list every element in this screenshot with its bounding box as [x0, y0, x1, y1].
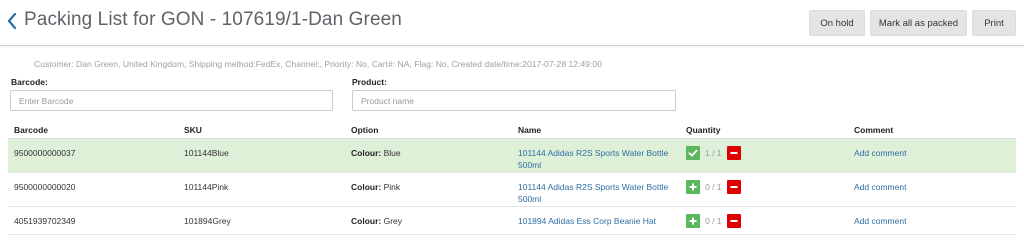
minus-icon	[730, 186, 738, 188]
option-value: Pink	[381, 182, 401, 192]
option-cell: Colour: Pink	[351, 182, 400, 192]
minus-icon	[730, 152, 738, 154]
quantity-text: 1 / 1	[705, 148, 722, 158]
decrement-button[interactable]	[726, 180, 741, 194]
quantity-control: 0 / 1	[686, 214, 741, 228]
check-icon	[686, 146, 700, 160]
increment-button[interactable]	[686, 214, 700, 228]
increment-button[interactable]	[686, 180, 700, 194]
sku-cell: 101894Grey	[184, 216, 231, 226]
option-label: Colour:	[351, 148, 382, 158]
product-label: Product:	[352, 77, 387, 87]
plus-icon	[689, 183, 697, 191]
sku-cell: 101144Pink	[184, 182, 229, 192]
quantity-control: 1 / 1	[686, 146, 741, 160]
table-row: 9500000000037 101144Blue Colour: Blue 10…	[8, 139, 1016, 173]
add-comment-link[interactable]: Add comment	[854, 182, 906, 192]
page-header: Packing List for GON - 107619/1-Dan Gree…	[0, 0, 1024, 46]
product-name-link[interactable]: 101894 Adidas Ess Corp Beanie Hat	[518, 216, 678, 228]
mark-all-packed-button[interactable]: Mark all as packed	[870, 10, 967, 36]
add-comment-link[interactable]: Add comment	[854, 216, 906, 226]
back-chevron-icon[interactable]	[5, 11, 19, 31]
barcode-cell: 4051939702349	[14, 216, 76, 226]
quantity-text: 0 / 1	[705, 182, 722, 192]
quantity-control: 0 / 1	[686, 180, 741, 194]
minus-icon	[730, 220, 738, 222]
column-header-barcode: Barcode	[14, 125, 49, 135]
option-value: Grey	[381, 216, 402, 226]
product-name-link[interactable]: 101144 Adidas R2S Sports Water Bottle 50…	[518, 182, 678, 205]
column-header-sku: SKU	[184, 125, 202, 135]
product-input[interactable]	[352, 90, 676, 111]
barcode-label: Barcode:	[11, 77, 48, 87]
add-comment-link[interactable]: Add comment	[854, 148, 906, 158]
order-info: Customer: Dan Green, United Kingdom, Shi…	[34, 59, 602, 69]
quantity-text: 0 / 1	[705, 216, 722, 226]
option-label: Colour:	[351, 182, 382, 192]
product-name-link[interactable]: 101144 Adidas R2S Sports Water Bottle 50…	[518, 148, 678, 171]
column-header-name: Name	[518, 125, 542, 135]
column-header-option: Option	[351, 125, 379, 135]
barcode-cell: 9500000000020	[14, 182, 76, 192]
plus-icon	[689, 217, 697, 225]
decrement-button[interactable]	[726, 146, 741, 160]
table-row: 4051939702349 101894Grey Colour: Grey 10…	[8, 207, 1016, 235]
barcode-input[interactable]	[10, 90, 333, 111]
decrement-button[interactable]	[726, 214, 741, 228]
option-cell: Colour: Grey	[351, 216, 402, 226]
option-value: Blue	[381, 148, 401, 158]
sku-cell: 101144Blue	[184, 148, 229, 158]
table-row: 9500000000020 101144Pink Colour: Pink 10…	[8, 173, 1016, 207]
column-header-comment: Comment	[854, 125, 894, 135]
option-cell: Colour: Blue	[351, 148, 401, 158]
print-button[interactable]: Print	[972, 10, 1016, 36]
column-header-quantity: Quantity	[686, 125, 721, 135]
page-title: Packing List for GON - 107619/1-Dan Gree…	[24, 9, 402, 30]
on-hold-button[interactable]: On hold	[809, 10, 865, 36]
option-label: Colour:	[351, 216, 382, 226]
barcode-cell: 9500000000037	[14, 148, 76, 158]
